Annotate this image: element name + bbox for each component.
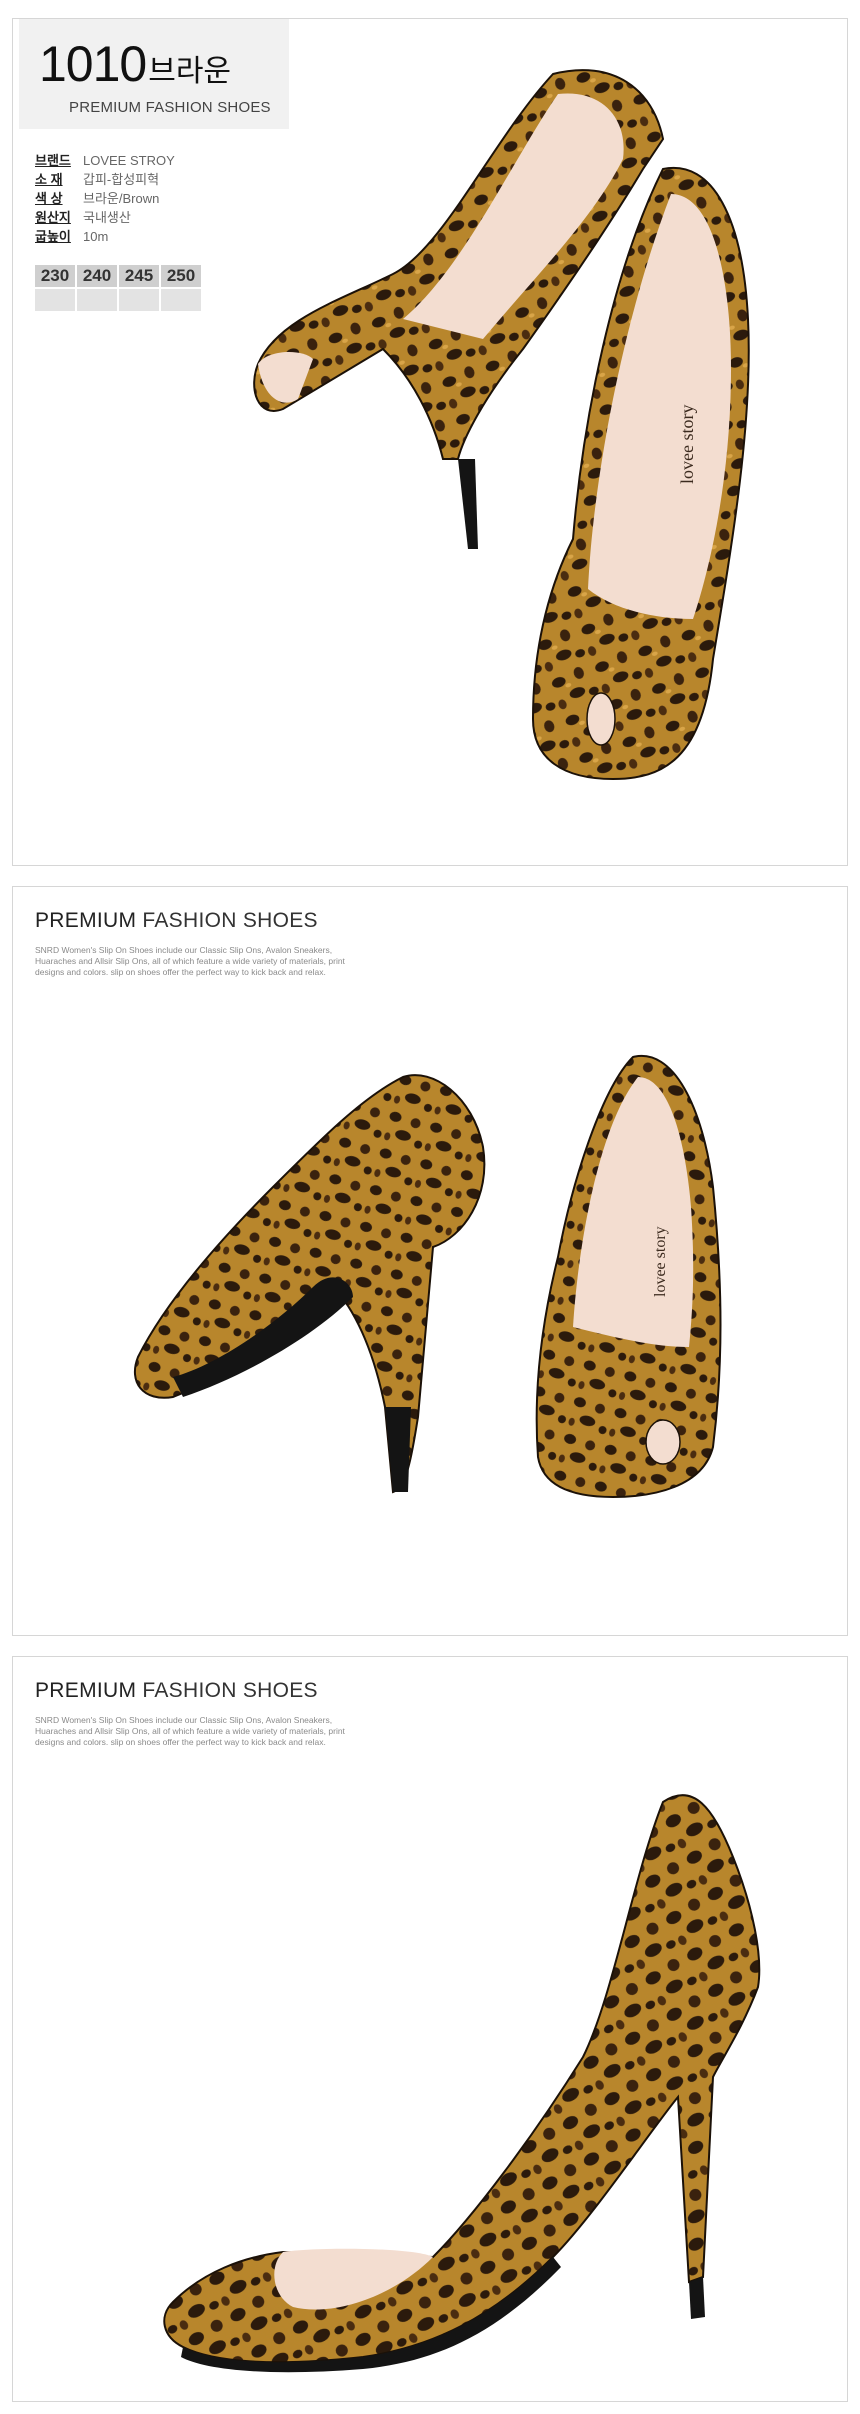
- insole-brand-label: lovee story: [652, 1226, 669, 1297]
- product-main-panel: 1010브라운 PREMIUM FASHION SHOES 브랜드 LOVEE S…: [12, 18, 848, 866]
- insole-brand-label: lovee story: [677, 405, 697, 484]
- product-detail-panel: PREMIUM FASHION SHOES SNRD Women's Slip …: [12, 886, 848, 1636]
- shoe-back-front-photo: lovee story: [133, 1054, 722, 1499]
- shoe-side-photo: [163, 1794, 761, 2373]
- shoe-pair-photo: lovee story: [253, 69, 750, 781]
- product-side-panel: PREMIUM FASHION SHOES SNRD Women's Slip …: [12, 1656, 848, 2402]
